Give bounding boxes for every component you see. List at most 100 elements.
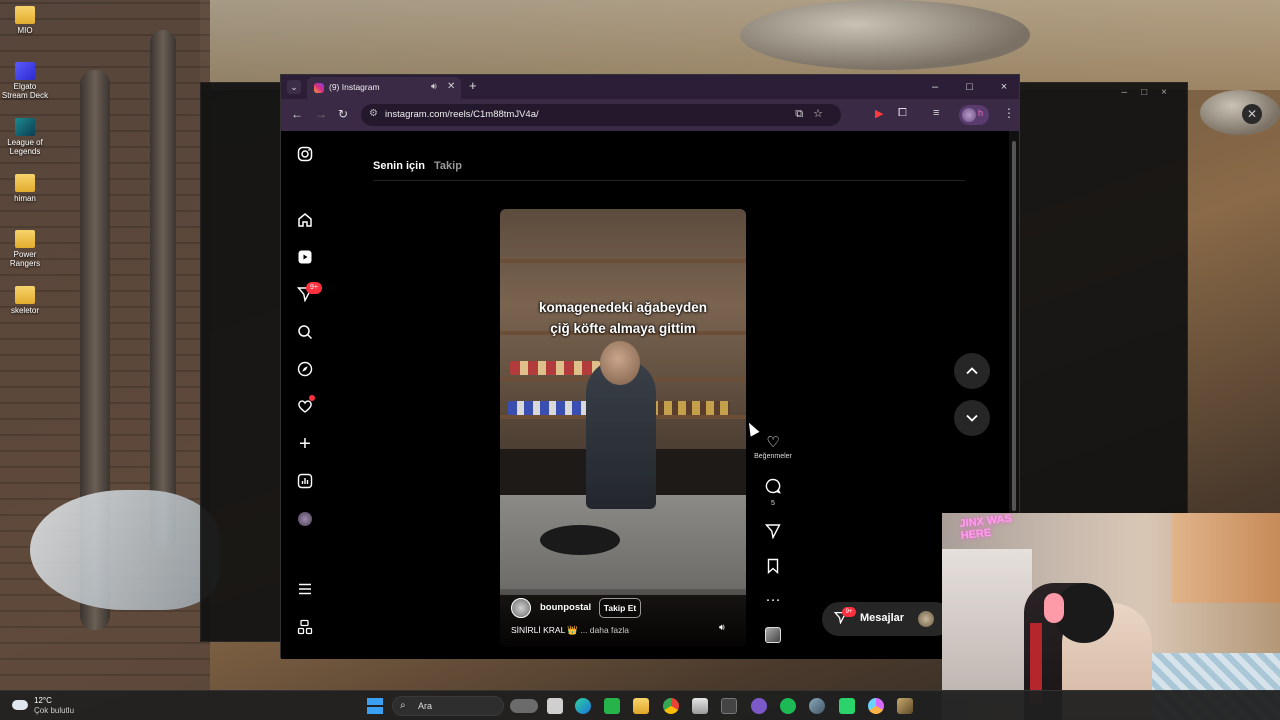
- folder-icon: [15, 230, 35, 248]
- chrome-icon[interactable]: [663, 698, 679, 714]
- background-window-controls[interactable]: –□×: [1122, 87, 1181, 98]
- explore-icon[interactable]: [297, 361, 313, 377]
- media-control-icon[interactable]: ≡: [933, 107, 939, 119]
- video-sink: [540, 525, 620, 555]
- desktop-icon-league[interactable]: League of Legends: [0, 118, 50, 156]
- close-button[interactable]: ×: [989, 75, 1019, 99]
- comment-action[interactable]: 5: [761, 478, 785, 507]
- tab-bar: ⌄ (9) Instagram 🔊︎ ✕ + – □ ×: [281, 75, 1019, 99]
- desktop-icon-label: himan: [14, 194, 36, 203]
- search-highlight-icon: [510, 699, 538, 713]
- search-icon[interactable]: [297, 324, 313, 340]
- cloud-icon: [12, 700, 28, 710]
- original-audio-icon[interactable]: [765, 627, 781, 643]
- youtube-extension-icon[interactable]: ▶: [875, 107, 883, 120]
- new-tab-plus-icon[interactable]: +: [469, 78, 477, 93]
- bookmark-icon[interactable]: [761, 558, 785, 579]
- share-action[interactable]: [761, 523, 785, 544]
- save-action[interactable]: [761, 558, 785, 579]
- url-omnibox[interactable]: ⚙ instagram.com/reels/C1m88tmJV4a/ ⧉☆: [361, 104, 841, 126]
- desktop-icon-mio[interactable]: MIO: [0, 6, 50, 35]
- address-bar: ← → ↻ ⚙ instagram.com/reels/C1m88tmJV4a/…: [281, 99, 1019, 131]
- dashboard-icon[interactable]: [297, 473, 313, 489]
- desktop-icon-himan[interactable]: himan: [0, 174, 50, 203]
- comments-count: 5: [771, 500, 775, 507]
- bookmark-star-icon[interactable]: ☆: [813, 108, 833, 120]
- desktop-icon-power-rangers[interactable]: Power Rangers: [0, 230, 50, 268]
- folder-icon: [15, 6, 35, 24]
- wallpaper-pipe: [150, 30, 176, 550]
- tab-title: (9) Instagram: [329, 82, 380, 92]
- reel-video[interactable]: komagenedeki ağabeyden çiğ köfte almaya …: [500, 209, 746, 647]
- browser-menu-icon[interactable]: ⋮: [1003, 106, 1015, 120]
- instagram-page: 9+ + Senin için Takip komagenedeki ağabe…: [281, 131, 1011, 659]
- scrollbar-thumb[interactable]: [1012, 141, 1016, 511]
- reload-icon[interactable]: ↻: [338, 107, 348, 121]
- discord-icon[interactable]: [751, 698, 767, 714]
- heart-icon[interactable]: ♡: [753, 434, 793, 452]
- desktop-icon-skeletor[interactable]: skeletor: [0, 286, 50, 315]
- desktop-icon-stream-deck[interactable]: Elgato Stream Deck: [0, 62, 50, 100]
- instagram-favicon-icon: [314, 83, 324, 93]
- folder-icon: [15, 286, 35, 304]
- comment-icon[interactable]: [761, 478, 785, 499]
- tab-instagram[interactable]: (9) Instagram 🔊︎ ✕: [307, 77, 461, 99]
- next-reel-chevron-down-icon[interactable]: [954, 400, 990, 436]
- sound-icon[interactable]: 🔊︎: [719, 622, 725, 633]
- search-icon: ⌕: [400, 700, 406, 711]
- profile-button[interactable]: h: [959, 105, 989, 125]
- edge-browser-icon[interactable]: [575, 698, 591, 714]
- league-client-icon[interactable]: [897, 698, 913, 714]
- install-app-icon[interactable]: ⧉: [795, 108, 813, 120]
- tab-search-chevron-icon[interactable]: ⌄: [287, 80, 301, 94]
- menu-icon[interactable]: [297, 581, 313, 597]
- extensions-puzzle-icon[interactable]: ⧠: [898, 107, 907, 120]
- taskbar-search[interactable]: ⌕ Ara: [392, 696, 538, 716]
- gear-app-icon[interactable]: [809, 698, 825, 714]
- desktop-icon-label: Power Rangers: [9, 250, 41, 268]
- url-text[interactable]: instagram.com/reels/C1m88tmJV4a/: [385, 109, 539, 120]
- calendar-app-icon[interactable]: [721, 698, 737, 714]
- feed-divider: [373, 180, 965, 181]
- windows-start-icon[interactable]: [367, 698, 383, 714]
- store-icon[interactable]: [692, 698, 708, 714]
- tab-close-icon[interactable]: ✕: [447, 81, 455, 92]
- account-name[interactable]: bounpostal: [540, 602, 591, 613]
- messages-button[interactable]: 9+ Mesajlar: [822, 602, 952, 636]
- feed-tabs: Senin için Takip: [373, 160, 468, 172]
- account-avatar[interactable]: [511, 598, 531, 618]
- more-link[interactable]: ... daha fazla: [580, 625, 629, 635]
- likes-label: Beğenmeler: [754, 453, 792, 460]
- window-controls: – □ ×: [920, 75, 1019, 99]
- messages-avatars: [918, 611, 934, 627]
- tab-for-you[interactable]: Senin için: [373, 160, 425, 172]
- threads-more-icon[interactable]: [297, 619, 313, 635]
- more-options-action[interactable]: ···: [761, 591, 785, 609]
- home-icon[interactable]: [297, 212, 313, 228]
- file-explorer-icon[interactable]: [633, 698, 649, 714]
- weather-condition: Çok bulutlu: [34, 706, 75, 715]
- like-action[interactable]: ♡ Beğenmeler: [753, 434, 793, 460]
- more-dots-icon[interactable]: ···: [761, 591, 785, 609]
- instagram-logo-icon[interactable]: [297, 146, 313, 162]
- share-icon[interactable]: [761, 523, 785, 544]
- profile-avatar[interactable]: [298, 512, 312, 526]
- speaker-icon[interactable]: 🔊︎: [431, 81, 437, 92]
- maximize-button[interactable]: □: [955, 75, 985, 99]
- reels-icon[interactable]: [297, 249, 313, 265]
- green-app-icon[interactable]: [604, 698, 620, 714]
- spotify-icon[interactable]: [780, 698, 796, 714]
- task-view-icon[interactable]: [547, 698, 563, 714]
- background-close-icon[interactable]: ✕: [1242, 104, 1262, 124]
- create-plus-icon[interactable]: +: [297, 434, 313, 454]
- android-app-icon[interactable]: [839, 698, 855, 714]
- tab-following[interactable]: Takip: [434, 160, 462, 172]
- site-info-icon[interactable]: ⚙: [369, 108, 378, 119]
- forward-arrow-icon[interactable]: →: [315, 107, 327, 121]
- reel-caption-line: çiğ köfte almaya gittim: [550, 321, 696, 336]
- follow-button[interactable]: Takip Et: [599, 598, 641, 618]
- back-arrow-icon[interactable]: ←: [291, 107, 303, 121]
- minimize-button[interactable]: –: [920, 75, 950, 99]
- chrome-active-icon[interactable]: [868, 698, 884, 714]
- previous-reel-chevron-up-icon[interactable]: [954, 353, 990, 389]
